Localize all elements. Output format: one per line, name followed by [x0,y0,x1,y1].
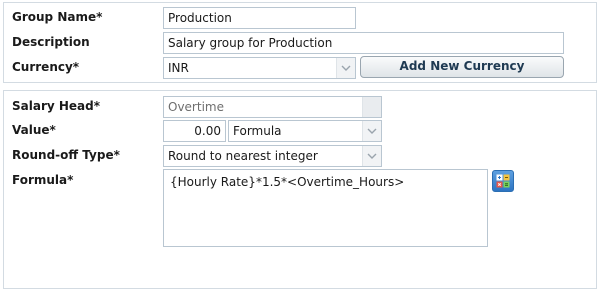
currency-label: Currency* [12,60,80,74]
roundoff-type-select-value: Round to nearest integer [168,149,318,163]
salary-head-select-value: Overtime [168,100,224,114]
group-name-label: Group Name* [12,10,103,24]
formula-label: Formula* [12,173,74,187]
currency-select-value: INR [168,61,189,75]
formula-textarea[interactable]: {Hourly Rate}*1.5*<Overtime_Hours> [163,169,488,247]
description-input[interactable]: Salary group for Production [163,32,564,54]
group-name-input[interactable]: Production [163,7,356,29]
chevron-down-icon [362,121,381,141]
value-amount-input[interactable]: 0.00 [163,120,226,142]
select-handle [362,97,381,117]
salary-head-select[interactable]: Overtime [163,96,382,118]
calculator-icon[interactable] [492,170,514,192]
description-label: Description [12,35,90,49]
currency-select[interactable]: INR [163,57,356,79]
roundoff-type-select[interactable]: Round to nearest integer [163,145,382,167]
chevron-down-icon [336,58,355,78]
value-type-select-value: Formula [233,124,282,138]
salary-head-label: Salary Head* [12,99,101,113]
value-type-select[interactable]: Formula [228,120,382,142]
chevron-down-icon [362,146,381,166]
value-label: Value* [12,123,56,137]
add-new-currency-button[interactable]: Add New Currency [360,56,564,78]
roundoff-type-label: Round-off Type* [12,148,120,162]
